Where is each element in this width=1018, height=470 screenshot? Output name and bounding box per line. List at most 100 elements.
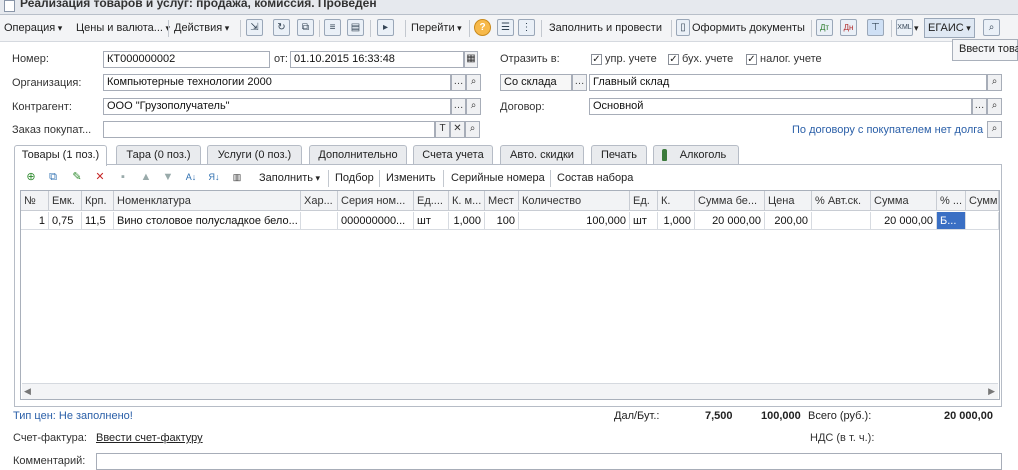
column-header[interactable]: Мест	[485, 191, 519, 211]
list-settings-icon[interactable]: ☰	[497, 19, 514, 36]
based-on-icon[interactable]: ▸	[377, 19, 394, 36]
table-cell[interactable]: Вино столовое полусладкое бело...	[114, 212, 301, 230]
date-field[interactable]: 01.10.2015 16:33:48	[290, 51, 464, 68]
serial-numbers-button[interactable]: Серийные номера	[451, 170, 545, 186]
nalog-checkbox[interactable]: ✓	[746, 54, 757, 65]
column-header[interactable]: Ед.	[630, 191, 658, 211]
column-header[interactable]: Хар...	[301, 191, 338, 211]
organization-select-button[interactable]: …	[451, 74, 466, 91]
table-cell[interactable]: 200,00	[765, 212, 812, 230]
goods-table[interactable]: № Емк. Крп. Номенклатура Хар... Серия но…	[20, 190, 1000, 400]
upr-checkbox[interactable]: ✓	[591, 54, 602, 65]
columns-icon[interactable]: ⋮	[518, 19, 535, 36]
table-cell[interactable]	[812, 212, 871, 230]
scroll-right-icon[interactable]: ▶	[988, 386, 995, 397]
table-cell[interactable]	[301, 212, 338, 230]
column-header[interactable]: К. м...	[449, 191, 485, 211]
contractor-select-button[interactable]: …	[451, 98, 466, 115]
sort-asc-icon[interactable]: A↓	[184, 170, 198, 184]
warehouse-mode-field[interactable]: Со склада	[500, 74, 572, 91]
price-type-link[interactable]: Тип цен: Не заполнено!	[13, 410, 133, 422]
column-header[interactable]: К.	[658, 191, 695, 211]
organization-field[interactable]: Компьютерные технологии 2000	[103, 74, 451, 91]
column-header[interactable]: Серия ном...	[338, 191, 414, 211]
column-header[interactable]: №	[21, 191, 49, 211]
fill-and-post-button[interactable]: Заполнить и провести	[549, 20, 662, 36]
move-down-icon[interactable]: ▼	[161, 170, 175, 184]
column-header[interactable]: Количество	[519, 191, 630, 211]
contractor-field[interactable]: ООО "Грузополучатель"	[103, 98, 451, 115]
fill-grid-menu[interactable]: Заполнить	[259, 170, 320, 186]
move-up-icon[interactable]: ▲	[139, 170, 153, 184]
table-cell[interactable]: 11,5	[82, 212, 114, 230]
column-header[interactable]: Номенклатура	[114, 191, 301, 211]
table-cell[interactable]: 20 000,00	[871, 212, 937, 230]
column-header[interactable]: Сумма	[966, 191, 999, 211]
table-cell[interactable]: 0,75	[49, 212, 82, 230]
table-cell[interactable]: 1,000	[658, 212, 695, 230]
goto-menu[interactable]: Перейти	[411, 20, 462, 36]
enter-invoice-link[interactable]: Ввести счет-фактуру	[96, 432, 203, 444]
table-cell[interactable]: шт	[414, 212, 449, 230]
search-icon[interactable]: ⌕	[983, 19, 1000, 36]
tab-goods[interactable]: Товары (1 поз.)	[14, 145, 107, 166]
column-header[interactable]: Цена	[765, 191, 812, 211]
column-header[interactable]: Емк.	[49, 191, 82, 211]
table-cell[interactable]: 1	[21, 212, 49, 230]
warehouse-field[interactable]: Главный склад	[589, 74, 987, 91]
table-cell[interactable]: шт	[630, 212, 658, 230]
table-cell[interactable]	[966, 212, 999, 230]
column-header[interactable]: % Авт.ск.	[812, 191, 871, 211]
scroll-left-icon[interactable]: ◀	[24, 386, 31, 397]
dt-kt-icon[interactable]: Дт	[816, 19, 833, 36]
dt-kt-tax-icon[interactable]: Дн	[840, 19, 857, 36]
add-row-icon[interactable]: ⊕	[24, 170, 38, 184]
table-cell[interactable]: 1,000	[449, 212, 485, 230]
column-header[interactable]: Сумма	[871, 191, 937, 211]
column-header[interactable]: Сумма бе...	[695, 191, 765, 211]
order-search-icon[interactable]: ⌕	[465, 121, 480, 138]
sort-desc-icon[interactable]: Я↓	[207, 170, 221, 184]
post-close-icon[interactable]: ⇲	[246, 19, 263, 36]
debt-note-link[interactable]: По договору с покупателем нет долга	[792, 124, 983, 136]
actions-menu[interactable]: Действия	[174, 20, 229, 36]
change-button[interactable]: Изменить	[386, 170, 436, 186]
structure-icon[interactable]: ⊤	[867, 19, 884, 36]
kit-composition-button[interactable]: Состав набора	[557, 170, 633, 186]
column-header[interactable]: Крп.	[82, 191, 114, 211]
tab-alcohol[interactable]: Алкоголь	[653, 145, 739, 164]
operation-menu[interactable]: Операция	[4, 20, 62, 36]
tab-additional[interactable]: Дополнительно	[309, 145, 407, 164]
tab-print[interactable]: Печать	[591, 145, 647, 164]
help-icon[interactable]: ?	[474, 19, 491, 36]
comment-field[interactable]	[96, 453, 1002, 470]
order-type-button[interactable]: T	[435, 121, 450, 138]
horizontal-scrollbar[interactable]: ◀ ▶	[22, 383, 998, 399]
prices-currency-menu[interactable]: Цены и валюта...	[76, 20, 170, 36]
tab-accounts[interactable]: Счета учета	[413, 145, 493, 164]
end-edit-icon[interactable]: ▪	[116, 170, 130, 184]
egais-menu[interactable]: ЕГАИС	[924, 18, 975, 38]
delete-row-icon[interactable]: ✕	[93, 170, 107, 184]
refresh-icon[interactable]: ↻	[273, 19, 290, 36]
table-cell[interactable]: 000000000...	[338, 212, 414, 230]
table-cell[interactable]: 20 000,00	[695, 212, 765, 230]
calendar-icon[interactable]: ▦	[464, 51, 478, 68]
table-cell[interactable]: 100	[485, 212, 519, 230]
table-cell-selected[interactable]: Б...	[937, 212, 966, 230]
contract-select-button[interactable]: …	[972, 98, 987, 115]
copy-row-icon[interactable]: ⧉	[46, 170, 60, 184]
buh-checkbox[interactable]: ✓	[668, 54, 679, 65]
select-button[interactable]: Подбор	[335, 170, 374, 186]
tab-auto-discounts[interactable]: Авто. скидки	[500, 145, 584, 164]
tab-services[interactable]: Услуги (0 поз.)	[207, 145, 302, 164]
contract-search-icon[interactable]: ⌕	[987, 98, 1002, 115]
organization-search-icon[interactable]: ⌕	[466, 74, 481, 91]
tab-containers[interactable]: Тара (0 поз.)	[116, 145, 201, 164]
xml-exchange-icon[interactable]: XML	[896, 19, 913, 36]
edit-row-icon[interactable]: ✎	[70, 170, 84, 184]
debt-search-icon[interactable]: ⌕	[987, 121, 1002, 138]
barcode-icon[interactable]: ▥	[230, 170, 244, 184]
document-movements-icon[interactable]: ≡	[324, 19, 341, 36]
contractor-search-icon[interactable]: ⌕	[466, 98, 481, 115]
